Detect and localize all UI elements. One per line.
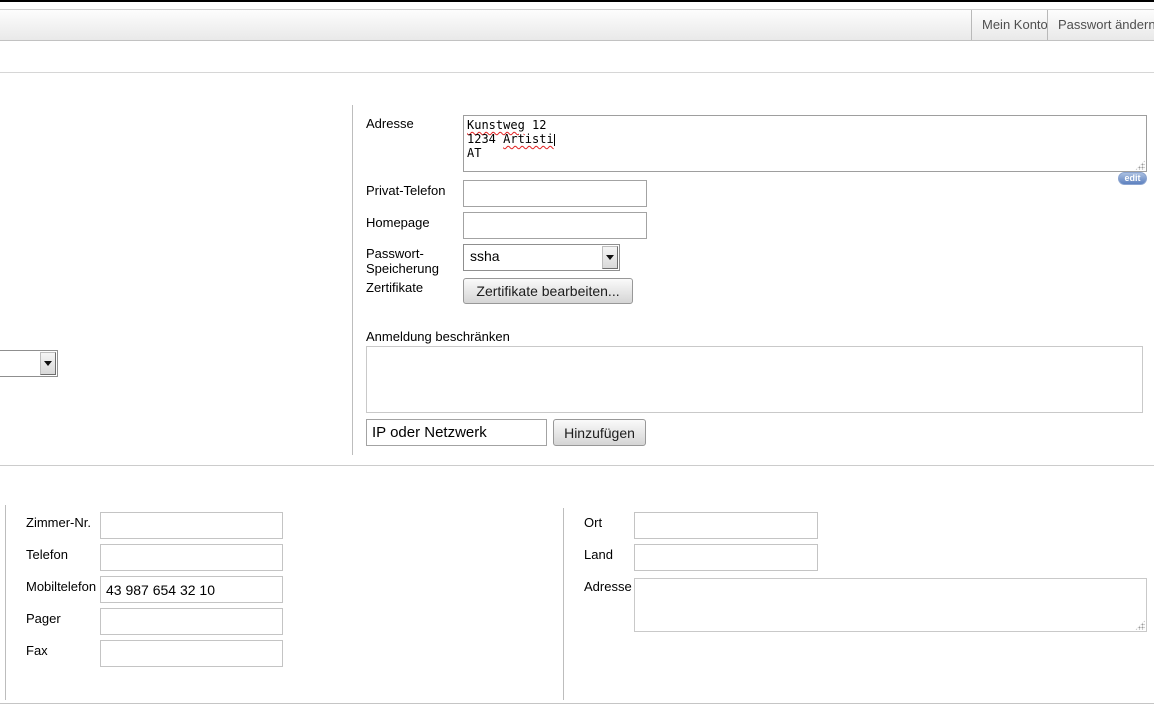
privat-telefon-input[interactable]: [463, 180, 647, 207]
privat-telefon-label: Privat-Telefon: [366, 183, 445, 198]
zimmer-nr-input[interactable]: [100, 512, 283, 539]
section-divider: [0, 465, 1154, 466]
adresse-textarea-content: Kunstweg 12 1234 Artisti AT: [464, 116, 1146, 162]
truncated-select[interactable]: [0, 350, 58, 377]
edit-badge[interactable]: edit: [1118, 172, 1147, 185]
fax-label: Fax: [26, 643, 48, 658]
tab-group: Mein Konto Passwort ändern: [971, 10, 1154, 40]
bottom-divider: [0, 703, 1154, 704]
pager-input[interactable]: [100, 608, 283, 635]
truncated-select-value: [0, 351, 39, 376]
adresse2-label: Adresse: [584, 579, 632, 594]
passwort-speicherung-value: ssha: [464, 245, 601, 270]
anmeldung-beschraenken-listbox[interactable]: [366, 346, 1143, 413]
fax-input[interactable]: [100, 640, 283, 667]
tab-mein-konto[interactable]: Mein Konto: [971, 10, 1047, 40]
passwort-speicherung-select[interactable]: ssha: [463, 244, 620, 271]
homepage-input[interactable]: [463, 212, 647, 239]
mobiltelefon-input[interactable]: [100, 576, 283, 603]
lower-left-border: [5, 505, 6, 700]
upper-column-divider: [352, 105, 353, 455]
tab-passwort-aendern[interactable]: Passwort ändern: [1047, 10, 1154, 40]
adresse-line2-word: Artisti: [503, 132, 554, 146]
text-cursor: [554, 134, 555, 146]
pager-label: Pager: [26, 611, 61, 626]
dropdown-button[interactable]: [602, 246, 618, 269]
ip-oder-netzwerk-input[interactable]: [366, 419, 547, 446]
telefon-label: Telefon: [26, 547, 68, 562]
adresse-line1-word: Kunstweg: [467, 118, 525, 132]
telefon-input[interactable]: [100, 544, 283, 571]
hinzufuegen-button[interactable]: Hinzufügen: [553, 419, 646, 446]
ort-label: Ort: [584, 515, 602, 530]
zertifikate-label: Zertifikate: [366, 280, 423, 295]
adresse-textarea[interactable]: Kunstweg 12 1234 Artisti AT: [463, 115, 1147, 172]
top-tab-bar: Mein Konto Passwort ändern: [0, 9, 1154, 41]
top-black-strip: [0, 0, 1154, 2]
account-settings-page: Mein Konto Passwort ändern Adresse Kunst…: [0, 0, 1154, 712]
ort-input[interactable]: [634, 512, 818, 539]
lower-column-divider: [563, 508, 564, 700]
chevron-down-icon: [606, 255, 614, 260]
mobiltelefon-label: Mobiltelefon: [26, 579, 96, 594]
adresse-line3: AT: [467, 146, 481, 160]
adresse-line1-rest: 12: [525, 118, 547, 132]
dropdown-button[interactable]: [40, 352, 56, 375]
anmeldung-beschraenken-label: Anmeldung beschränken: [366, 329, 510, 344]
homepage-label: Homepage: [366, 215, 430, 230]
header-divider: [0, 72, 1154, 73]
passwort-speicherung-label: Passwort-Speicherung: [366, 246, 458, 276]
adresse-label: Adresse: [366, 116, 414, 131]
adresse2-textarea[interactable]: [634, 578, 1147, 632]
zimmer-nr-label: Zimmer-Nr.: [26, 515, 91, 530]
adresse-line2-prefix: 1234: [467, 132, 503, 146]
resize-grip-icon[interactable]: [1135, 620, 1145, 630]
chevron-down-icon: [44, 361, 52, 366]
land-label: Land: [584, 547, 613, 562]
land-input[interactable]: [634, 544, 818, 571]
zertifikate-bearbeiten-button[interactable]: Zertifikate bearbeiten...: [463, 278, 633, 304]
